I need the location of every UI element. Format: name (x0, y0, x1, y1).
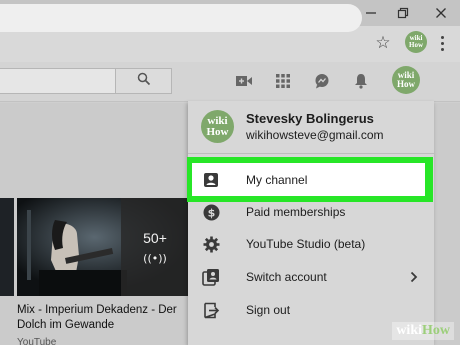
video-channel-name[interactable]: YouTube (17, 337, 56, 345)
chevron-right-icon (410, 270, 418, 288)
video-title[interactable]: Mix - Imperium Dekadenz - Der Dolch im G… (17, 303, 185, 333)
person-box-icon (202, 171, 220, 189)
search-icon (137, 72, 151, 91)
apps-grid-icon[interactable] (272, 70, 294, 92)
gear-icon (202, 235, 220, 253)
menu-item-switch-account[interactable]: Switch account (188, 261, 434, 293)
restore-icon[interactable] (386, 0, 420, 26)
playlist-count: 50+ (143, 229, 167, 246)
switch-account-icon (202, 268, 220, 286)
avatar-text-bottom: How (397, 79, 415, 89)
avatar-text-bottom: How (409, 41, 423, 49)
bookmark-star-icon[interactable]: ☆ (372, 32, 394, 54)
close-icon[interactable] (424, 0, 458, 26)
account-email: wikihowsteve@gmail.com (246, 128, 384, 142)
account-name: Stevesky Bolingerus (246, 111, 374, 126)
notifications-bell-icon[interactable] (350, 70, 372, 92)
messages-icon[interactable] (311, 70, 333, 92)
menu-item-paid-memberships[interactable]: $ Paid memberships (188, 196, 434, 228)
browser-menu-icon[interactable] (432, 32, 452, 54)
menu-item-label: YouTube Studio (beta) (246, 237, 366, 251)
search-button[interactable] (116, 68, 172, 94)
dollar-circle-icon: $ (202, 203, 220, 221)
browser-profile-avatar[interactable]: wiki How (405, 31, 427, 53)
menu-divider (188, 153, 434, 154)
menu-item-label: Paid memberships (246, 205, 346, 219)
avatar-text-bottom: How (206, 126, 229, 138)
playlist-overlay: 50+ ((•)) (121, 198, 189, 296)
menu-item-label: My channel (246, 173, 308, 187)
address-bar[interactable] (0, 4, 362, 32)
menu-item-label: Switch account (246, 270, 327, 284)
account-menu-avatar: wiki How (201, 110, 234, 143)
video-thumbnail[interactable]: 50+ ((•)) (17, 198, 189, 296)
watermark-how: How (422, 323, 450, 338)
create-video-icon[interactable] (233, 70, 255, 92)
menu-item-youtube-studio[interactable]: YouTube Studio (beta) (188, 228, 434, 260)
menu-item-my-channel[interactable]: My channel (192, 163, 425, 196)
radio-mix-icon: ((•)) (143, 251, 167, 265)
account-avatar-button[interactable]: wiki How (392, 66, 420, 94)
watermark-wiki: wiki (396, 323, 422, 338)
wikihow-watermark: wikiHow (392, 322, 454, 340)
svg-text:$: $ (207, 206, 215, 219)
video-thumbnail-partial[interactable] (0, 198, 14, 296)
sign-out-icon (202, 301, 220, 319)
search-input[interactable] (0, 68, 116, 94)
menu-item-label: Sign out (246, 303, 291, 317)
